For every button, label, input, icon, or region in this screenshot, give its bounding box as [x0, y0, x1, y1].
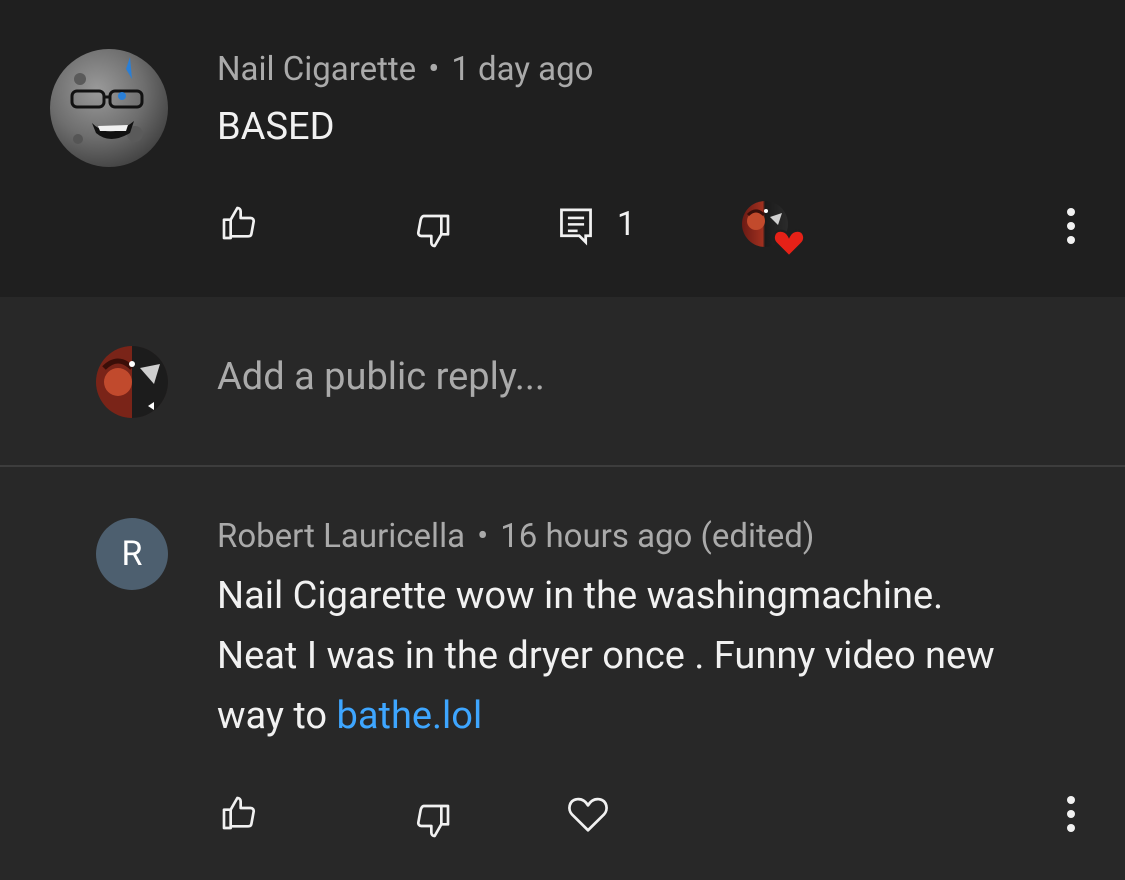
like-icon: [222, 206, 256, 240]
reply-text-line: way to bathe.lol: [217, 686, 995, 746]
reply-text: Nail Cigarette wow in the washingmachine…: [217, 566, 995, 746]
comment-meta: Nail Cigarette • 1 day ago: [217, 50, 593, 89]
moon-face-icon: [70, 57, 144, 144]
dislike-icon: [416, 804, 450, 838]
reply-meta: Robert Lauricella • 16 hours ago (edited): [217, 517, 814, 556]
more-vert-icon: [1067, 796, 1075, 832]
reply-text-line: Nail Cigarette wow in the washingmachine…: [217, 574, 944, 618]
creator-heart[interactable]: [742, 201, 808, 259]
avatar[interactable]: [50, 49, 168, 167]
reply-author-name[interactable]: Robert Lauricella: [217, 517, 465, 556]
more-options-button[interactable]: [1054, 204, 1088, 248]
top-comment: Nail Cigarette • 1 day ago BASED 1: [0, 0, 1125, 297]
separator-dot: •: [428, 50, 440, 89]
reply-timestamp[interactable]: 16 hours ago (edited): [500, 517, 814, 556]
separator-dot: •: [477, 517, 489, 556]
dislike-button[interactable]: [410, 208, 456, 254]
user-avatar-art-icon: [96, 346, 168, 418]
creator-heart-icon: [772, 229, 806, 258]
more-vert-icon: [1067, 208, 1075, 244]
reply-dislike-button[interactable]: [410, 798, 456, 844]
reply-input-row: [0, 297, 1125, 465]
reply-icon: [560, 208, 592, 246]
reply-button[interactable]: [555, 205, 597, 247]
dislike-icon: [416, 214, 450, 248]
reply-like-button[interactable]: [216, 790, 262, 836]
public-reply-input[interactable]: Add a public reply...: [217, 355, 545, 399]
reply-link[interactable]: bathe.lol: [337, 694, 483, 738]
like-button[interactable]: [216, 200, 262, 246]
timestamp[interactable]: 1 day ago: [451, 50, 593, 89]
reply-more-options-button[interactable]: [1054, 792, 1088, 836]
reply-count[interactable]: 1: [617, 205, 636, 244]
reply-text-fragment: way to: [217, 694, 337, 738]
comment-text: BASED: [217, 105, 335, 149]
current-user-avatar[interactable]: [96, 346, 168, 418]
author-name[interactable]: Nail Cigarette: [217, 50, 416, 89]
like-icon: [222, 796, 256, 830]
reply-author-avatar[interactable]: R: [96, 518, 168, 590]
heart-button[interactable]: [564, 790, 612, 836]
heart-outline-icon: [568, 797, 608, 832]
reply-text-line: Neat I was in the dryer once . Funny vid…: [217, 634, 995, 678]
